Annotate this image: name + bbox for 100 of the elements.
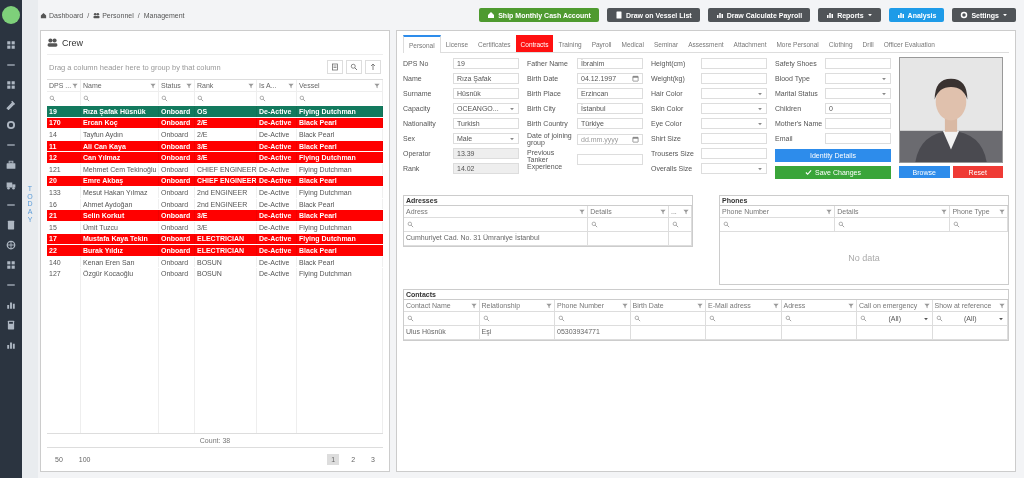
truck-icon — [6, 180, 16, 190]
caret-icon — [922, 315, 929, 322]
search-icon — [591, 221, 599, 228]
people-icon — [47, 37, 58, 48]
search-icon — [482, 315, 490, 322]
filter-icon — [288, 82, 294, 89]
calendar-icon — [632, 135, 639, 143]
avatar-icon[interactable] — [2, 6, 20, 24]
search-field[interactable] — [404, 312, 480, 326]
search-icon — [709, 315, 716, 322]
caret-icon — [881, 90, 887, 97]
input-field[interactable] — [577, 154, 643, 166]
search-field[interactable] — [668, 218, 692, 232]
filter-icon — [579, 208, 586, 215]
panel-title: Crew — [62, 37, 83, 48]
export-button[interactable] — [327, 60, 343, 74]
select-field[interactable] — [701, 163, 767, 174]
filter-icon — [546, 302, 552, 309]
document-icon — [6, 220, 16, 230]
filter-icon — [848, 302, 854, 309]
caret-icon — [757, 120, 763, 127]
grid-icon — [6, 260, 16, 270]
arrow-icon — [369, 63, 377, 71]
search-field[interactable] — [720, 218, 836, 232]
search-field[interactable] — [781, 312, 857, 326]
chart-icon — [6, 340, 16, 350]
search-field[interactable] — [706, 312, 782, 326]
select-field[interactable] — [701, 103, 767, 114]
caret-icon — [998, 315, 1004, 322]
search-icon — [197, 95, 204, 102]
filter-icon — [923, 302, 930, 309]
grid-icon — [6, 80, 16, 90]
search-icon — [407, 221, 414, 228]
chart-icon — [896, 11, 905, 19]
chooser-button[interactable] — [346, 60, 362, 74]
search-field[interactable] — [479, 312, 555, 326]
caret-icon — [757, 105, 763, 112]
search-icon — [558, 315, 565, 322]
search-icon — [350, 63, 358, 71]
people-icon — [93, 11, 101, 19]
filter-icon — [150, 82, 156, 89]
search-field[interactable] — [404, 218, 589, 232]
document-icon — [331, 63, 339, 71]
check-icon — [805, 169, 813, 176]
search-icon — [49, 95, 56, 102]
empty-message: No data — [848, 253, 880, 263]
input-field[interactable] — [701, 73, 767, 84]
input-field[interactable] — [701, 133, 767, 144]
filter-icon — [682, 208, 689, 215]
filter-icon — [470, 302, 477, 309]
input-field[interactable] — [701, 58, 767, 69]
table-cell — [668, 232, 692, 246]
input-field[interactable] — [825, 133, 891, 144]
chart-icon — [6, 300, 16, 310]
search-field[interactable] — [588, 218, 669, 232]
select-field[interactable] — [701, 88, 767, 99]
caret-icon — [1002, 12, 1008, 18]
filter-icon — [941, 208, 948, 215]
filter-icon — [621, 302, 628, 309]
caret-icon — [866, 12, 873, 18]
chart-icon — [826, 11, 835, 19]
briefcase-icon — [6, 160, 16, 170]
input-field[interactable] — [701, 148, 767, 159]
caret-icon — [881, 75, 887, 82]
search-icon — [671, 221, 679, 228]
select-field[interactable] — [825, 73, 891, 84]
search-icon — [161, 95, 168, 102]
calculator-icon — [6, 320, 16, 330]
chart-icon — [715, 11, 724, 19]
home-icon — [487, 11, 496, 19]
filter-icon — [248, 82, 254, 89]
filter-icon — [826, 208, 833, 215]
globe-icon — [6, 240, 16, 250]
upload-button[interactable] — [365, 60, 381, 74]
filter-icon — [374, 82, 380, 89]
search-icon — [407, 315, 414, 322]
search-icon — [838, 221, 846, 228]
search-icon — [860, 315, 867, 322]
caret-icon — [509, 105, 515, 112]
search-field[interactable] — [950, 218, 1008, 232]
search-icon — [299, 95, 306, 102]
search-icon — [723, 221, 730, 228]
input-field[interactable] — [825, 58, 891, 69]
filter-icon — [998, 208, 1005, 215]
filter-icon — [697, 302, 703, 309]
home-icon — [40, 11, 47, 19]
caret-icon — [509, 135, 515, 142]
select-field[interactable] — [701, 118, 767, 129]
select-field[interactable] — [825, 88, 891, 99]
calendar-icon — [632, 75, 639, 82]
search-field[interactable] — [555, 312, 631, 326]
filter-icon — [999, 302, 1005, 309]
caret-icon — [757, 90, 763, 97]
search-icon — [83, 95, 90, 102]
document-icon — [614, 11, 623, 19]
input-field[interactable] — [825, 118, 891, 129]
filter-icon — [772, 302, 779, 309]
search-field[interactable] — [835, 218, 951, 232]
search-icon — [633, 315, 641, 322]
search-field[interactable] — [630, 312, 706, 326]
